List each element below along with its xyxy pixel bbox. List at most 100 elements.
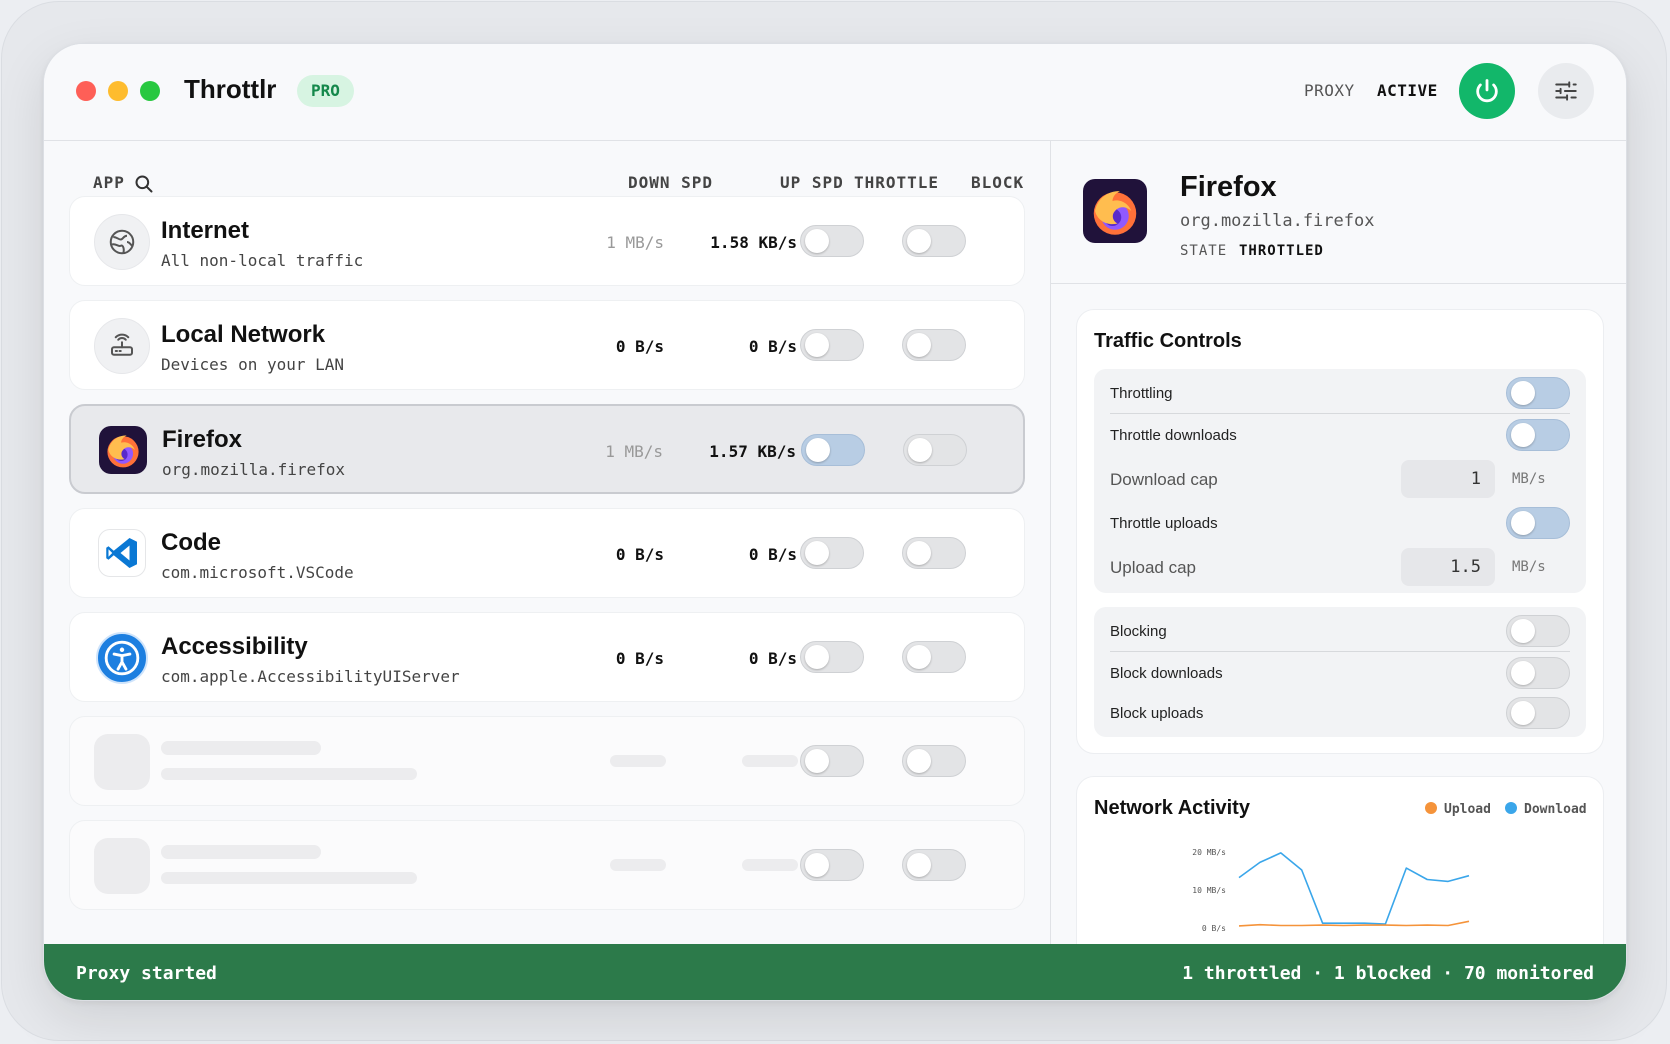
up-speed: 1.58 KB/s bbox=[710, 233, 797, 252]
throttle-toggle[interactable] bbox=[801, 434, 865, 466]
detail-state-value: THROTTLED bbox=[1239, 243, 1324, 259]
y-tick-label: 10 MB/s bbox=[1192, 886, 1226, 895]
download-dot-icon bbox=[1505, 802, 1517, 814]
pro-badge: PRO bbox=[297, 75, 354, 107]
throttle-toggle[interactable] bbox=[800, 641, 864, 673]
app-row-accessibility[interactable]: Accessibility com.apple.AccessibilityUIS… bbox=[69, 612, 1025, 702]
app-name: Firefox bbox=[162, 426, 243, 453]
throttle-downloads-label: Throttle downloads bbox=[1110, 427, 1237, 444]
throttling-toggle[interactable] bbox=[1506, 377, 1570, 409]
placeholder-icon bbox=[94, 838, 150, 894]
app-name: Internet bbox=[161, 217, 250, 244]
y-tick-label: 20 MB/s bbox=[1192, 848, 1226, 857]
settings-button[interactable] bbox=[1538, 63, 1594, 119]
minimize-window-button[interactable] bbox=[108, 81, 128, 101]
throttle-toggle[interactable] bbox=[800, 745, 864, 777]
placeholder-bar bbox=[161, 741, 321, 755]
block-toggle[interactable] bbox=[902, 641, 966, 673]
throttling-group: Throttling Throttle downloads Download c… bbox=[1094, 369, 1586, 593]
blocking-toggle[interactable] bbox=[1506, 615, 1570, 647]
app-name: Accessibility bbox=[161, 633, 308, 660]
app-window: Throttlr PRO PROXY ACTIVE APP DOWN SPD U… bbox=[43, 43, 1627, 1001]
power-button[interactable] bbox=[1459, 63, 1515, 119]
app-row-code[interactable]: Code com.microsoft.VSCode 0 B/s 0 B/s bbox=[69, 508, 1025, 598]
down-speed: 1 MB/s bbox=[606, 233, 664, 252]
status-summary: 1 throttled · 1 blocked · 70 monitored bbox=[1182, 963, 1594, 984]
throttle-toggle[interactable] bbox=[800, 329, 864, 361]
app-subtitle: com.apple.AccessibilityUIServer bbox=[161, 667, 460, 686]
column-header-down-speed: DOWN SPD bbox=[628, 173, 714, 192]
up-speed: 0 B/s bbox=[748, 649, 797, 668]
up-speed: 1.57 KB/s bbox=[709, 442, 796, 461]
throttle-downloads-toggle[interactable] bbox=[1506, 419, 1570, 451]
down-speed: 0 B/s bbox=[615, 337, 664, 356]
zoom-window-button[interactable] bbox=[140, 81, 160, 101]
block-toggle[interactable] bbox=[902, 225, 966, 257]
legend-upload: Upload bbox=[1425, 802, 1491, 817]
placeholder-bar bbox=[610, 755, 666, 767]
block-toggle[interactable] bbox=[902, 537, 966, 569]
sliders-icon bbox=[1555, 81, 1577, 101]
app-row-internet[interactable]: Internet All non-local traffic 1 MB/s 1.… bbox=[69, 196, 1025, 286]
legend-upload-label: Upload bbox=[1444, 802, 1491, 817]
divider bbox=[1110, 651, 1570, 652]
divider bbox=[1110, 413, 1570, 414]
accessibility-icon bbox=[96, 632, 148, 684]
detail-pane: Firefox org.mozilla.firefox STATE THROTT… bbox=[1050, 141, 1626, 949]
up-speed: 0 B/s bbox=[748, 545, 797, 564]
search-icon[interactable] bbox=[134, 174, 154, 194]
block-toggle[interactable] bbox=[902, 329, 966, 361]
app-subtitle: com.microsoft.VSCode bbox=[161, 563, 354, 582]
blocking-group: Blocking Block downloads Block uploads bbox=[1094, 607, 1586, 737]
app-subtitle: Devices on your LAN bbox=[161, 355, 345, 374]
block-uploads-toggle[interactable] bbox=[1506, 697, 1570, 729]
download-cap-input[interactable]: 1 bbox=[1401, 460, 1495, 498]
y-tick-label: 0 B/s bbox=[1202, 924, 1226, 933]
placeholder-bar bbox=[742, 859, 798, 871]
down-speed: 0 B/s bbox=[615, 649, 664, 668]
close-window-button[interactable] bbox=[76, 81, 96, 101]
download-cap-label: Download cap bbox=[1110, 470, 1218, 489]
app-row-local-network[interactable]: Local Network Devices on your LAN 0 B/s … bbox=[69, 300, 1025, 390]
placeholder-bar bbox=[742, 755, 798, 767]
download-series-line bbox=[1238, 852, 1470, 925]
column-header-up-speed: UP SPD bbox=[780, 173, 844, 192]
detail-header: Firefox org.mozilla.firefox STATE THROTT… bbox=[1051, 141, 1626, 284]
block-downloads-toggle[interactable] bbox=[1506, 657, 1570, 689]
app-name: Code bbox=[161, 529, 221, 556]
firefox-icon bbox=[99, 426, 147, 474]
column-header-throttle: THROTTLE bbox=[854, 173, 940, 192]
legend-download: Download bbox=[1505, 802, 1587, 817]
router-icon bbox=[94, 318, 150, 374]
network-activity-title: Network Activity bbox=[1094, 797, 1250, 819]
throttle-toggle[interactable] bbox=[800, 225, 864, 257]
throttle-uploads-toggle[interactable] bbox=[1506, 507, 1570, 539]
block-uploads-label: Block uploads bbox=[1110, 705, 1204, 722]
traffic-controls-title: Traffic Controls bbox=[1094, 330, 1242, 352]
status-bar: Proxy started 1 throttled · 1 blocked · … bbox=[44, 944, 1626, 1000]
download-cap-unit: MB/s bbox=[1512, 471, 1546, 487]
placeholder-bar bbox=[161, 768, 417, 780]
block-toggle[interactable] bbox=[902, 849, 966, 881]
status-message: Proxy started bbox=[76, 963, 217, 984]
network-activity-chart: 20 MB/s 10 MB/s 0 B/s bbox=[1192, 848, 1470, 933]
placeholder-bar bbox=[161, 845, 321, 859]
app-row-placeholder bbox=[69, 820, 1025, 910]
block-toggle[interactable] bbox=[902, 745, 966, 777]
placeholder-icon bbox=[94, 734, 150, 790]
throttle-toggle[interactable] bbox=[800, 849, 864, 881]
column-header-app: APP bbox=[93, 173, 125, 192]
detail-state-label: STATE bbox=[1180, 243, 1228, 259]
placeholder-bar bbox=[610, 859, 666, 871]
down-speed: 0 B/s bbox=[615, 545, 664, 564]
app-row-firefox[interactable]: Firefox org.mozilla.firefox 1 MB/s 1.57 … bbox=[69, 404, 1025, 494]
network-activity-card: Network Activity Upload Download 20 MB/s… bbox=[1076, 776, 1604, 949]
power-icon bbox=[1476, 79, 1498, 103]
throttle-toggle[interactable] bbox=[800, 537, 864, 569]
block-toggle[interactable] bbox=[903, 434, 967, 466]
detail-app-name: Firefox bbox=[1180, 171, 1277, 203]
upload-cap-unit: MB/s bbox=[1512, 559, 1546, 575]
upload-cap-input[interactable]: 1.5 bbox=[1401, 548, 1495, 586]
throttle-uploads-label: Throttle uploads bbox=[1110, 515, 1218, 532]
app-list-pane: APP DOWN SPD UP SPD THROTTLE BLOCK Inter… bbox=[44, 141, 1050, 949]
